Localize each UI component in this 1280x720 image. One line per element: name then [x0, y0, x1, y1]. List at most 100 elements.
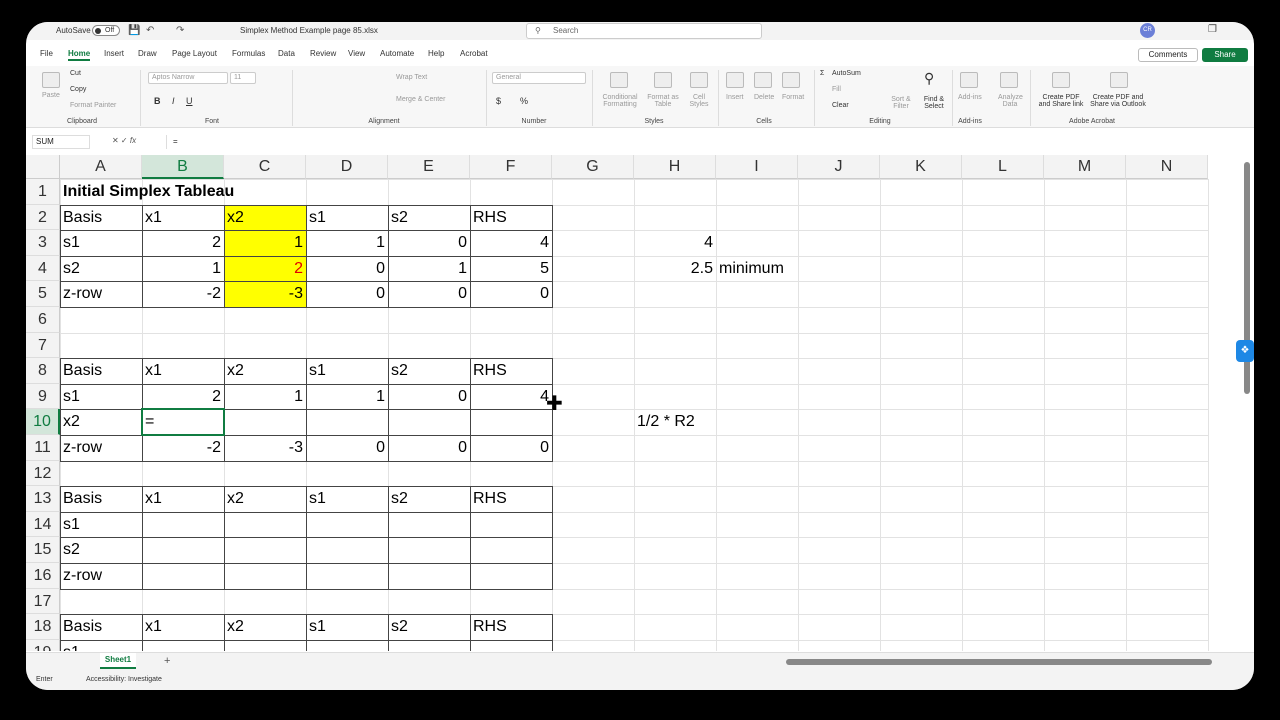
column-header-d[interactable]: D [306, 155, 388, 179]
column-header-i[interactable]: I [716, 155, 798, 179]
save-icon[interactable]: 💾 [128, 25, 140, 36]
table-header[interactable]: x2 [224, 614, 306, 640]
tab-data[interactable]: Data [278, 49, 295, 58]
minimum-label[interactable]: minimum [716, 256, 798, 282]
table-header[interactable]: Basis [60, 205, 142, 231]
table-header[interactable]: RHS [470, 205, 552, 231]
create-pdf-outlook-button[interactable]: Create PDF and Share via Outlook [1086, 94, 1150, 108]
row-header-7[interactable]: 7 [26, 332, 60, 359]
underline-icon[interactable]: U [186, 96, 193, 106]
row-header-3[interactable]: 3 [26, 230, 60, 256]
column-header-m[interactable]: M [1044, 155, 1126, 179]
ratio-cell[interactable]: 4 [634, 230, 716, 256]
column-header-j[interactable]: J [798, 155, 880, 179]
value-cell[interactable]: 1 [306, 230, 388, 256]
column-header-g[interactable]: G [552, 155, 634, 179]
cell-styles-icon[interactable] [690, 72, 708, 88]
column-header-c[interactable]: C [224, 155, 306, 179]
table-header[interactable]: s1 [306, 358, 388, 384]
dropbox-icon[interactable]: ❖ [1236, 340, 1254, 362]
value-cell[interactable]: -2 [142, 281, 224, 307]
value-cell[interactable]: 0 [388, 281, 470, 307]
analyze-data-button[interactable]: Analyze Data [998, 94, 1023, 108]
fx-icon[interactable]: ✕ ✓ fx [112, 136, 136, 145]
table-header[interactable]: s2 [388, 614, 470, 640]
row-header-17[interactable]: 17 [26, 588, 60, 615]
value-cell[interactable]: 4 [470, 384, 552, 410]
find-icon[interactable]: ⚲ [924, 70, 934, 87]
value-cell[interactable]: 1 [224, 230, 306, 256]
row-header-14[interactable]: 14 [26, 511, 60, 538]
table-header[interactable]: x2 [224, 205, 306, 231]
row-header-16[interactable]: 16 [26, 563, 60, 589]
autosave-toggle[interactable]: Off [92, 25, 120, 36]
value-cell[interactable]: 1 [142, 256, 224, 282]
basis-cell[interactable]: z-row [60, 563, 142, 589]
sort-filter-button[interactable]: Sort & Filter [888, 96, 914, 110]
value-cell[interactable]: 5 [470, 256, 552, 282]
value-cell[interactable]: 0 [388, 384, 470, 410]
number-format-select[interactable]: General [496, 74, 521, 81]
file-name[interactable]: Simplex Method Example page 85.xlsx [240, 26, 378, 35]
bold-icon[interactable]: B [154, 96, 161, 106]
horizontal-scrollbar[interactable] [786, 659, 1212, 665]
tab-help[interactable]: Help [428, 49, 444, 58]
select-all-corner[interactable] [26, 155, 60, 179]
value-cell[interactable]: -3 [224, 435, 306, 461]
clear-button[interactable]: Clear [832, 102, 849, 109]
row-header-19[interactable]: 19 [26, 639, 60, 651]
value-cell[interactable]: 0 [470, 435, 552, 461]
tab-view[interactable]: View [348, 49, 365, 58]
value-cell[interactable]: 0 [306, 281, 388, 307]
active-cell-b10[interactable] [141, 408, 225, 436]
table-header[interactable]: x1 [142, 358, 224, 384]
add-ins-button[interactable]: Add-ins [958, 94, 982, 101]
table-header[interactable]: RHS [470, 614, 552, 640]
italic-icon[interactable]: I [172, 96, 175, 106]
tab-acrobat[interactable]: Acrobat [460, 49, 488, 58]
row-header-4[interactable]: 4 [26, 255, 60, 282]
sigma-icon[interactable]: Σ [820, 70, 824, 77]
basis-cell[interactable]: s1 [60, 512, 142, 538]
basis-cell[interactable]: z-row [60, 435, 142, 461]
insert-cells-icon[interactable] [726, 72, 744, 88]
row-header-12[interactable]: 12 [26, 460, 60, 487]
basis-cell[interactable]: s1 [60, 640, 142, 651]
find-select-button[interactable]: Find & Select [920, 96, 948, 110]
accessibility-status[interactable]: Accessibility: Investigate [86, 676, 162, 683]
value-cell[interactable]: 0 [306, 435, 388, 461]
conditional-formatting-icon[interactable] [610, 72, 628, 88]
tab-insert[interactable]: Insert [104, 49, 124, 58]
name-box[interactable]: SUM [32, 135, 90, 149]
fill-button[interactable]: Fill [832, 86, 841, 93]
basis-cell[interactable]: s1 [60, 230, 142, 256]
spreadsheet-grid[interactable]: A B C D E F G H I J K L M N 1 2 3 4 5 6 7 8 9 10 11 12 13 14 15 16 17 1… [26, 155, 1244, 651]
row-header-15[interactable]: 15 [26, 537, 60, 563]
table-header[interactable]: x2 [224, 486, 306, 512]
percent-icon[interactable]: % [520, 96, 528, 106]
undo-icon[interactable]: ↶ [146, 25, 154, 36]
value-cell[interactable]: 1 [224, 384, 306, 410]
tab-page-layout[interactable]: Page Layout [172, 49, 217, 58]
font-size-select[interactable]: 11 [234, 74, 241, 81]
tab-file[interactable]: File [40, 49, 53, 58]
copy-button[interactable]: Copy [70, 86, 86, 93]
tab-home[interactable]: Home [68, 49, 91, 61]
tab-formulas[interactable]: Formulas [232, 49, 265, 58]
cell-styles-button[interactable]: Cell Styles [684, 94, 714, 108]
format-cells-icon[interactable] [782, 72, 800, 88]
row-header-8[interactable]: 8 [26, 358, 60, 384]
basis-cell[interactable]: x2 [60, 409, 142, 435]
basis-cell[interactable]: s1 [60, 384, 142, 410]
currency-icon[interactable]: $ [496, 96, 501, 106]
value-cell[interactable]: 1 [306, 384, 388, 410]
table-header[interactable]: Basis [60, 486, 142, 512]
value-cell[interactable]: 2 [224, 256, 306, 282]
column-header-b[interactable]: B [142, 155, 224, 179]
column-header-e[interactable]: E [388, 155, 470, 179]
cut-button[interactable]: Cut [70, 70, 81, 77]
delete-cells-button[interactable]: Delete [754, 94, 774, 101]
analyze-data-icon[interactable] [1000, 72, 1018, 88]
value-cell[interactable]: 0 [470, 281, 552, 307]
value-cell[interactable]: 4 [470, 230, 552, 256]
